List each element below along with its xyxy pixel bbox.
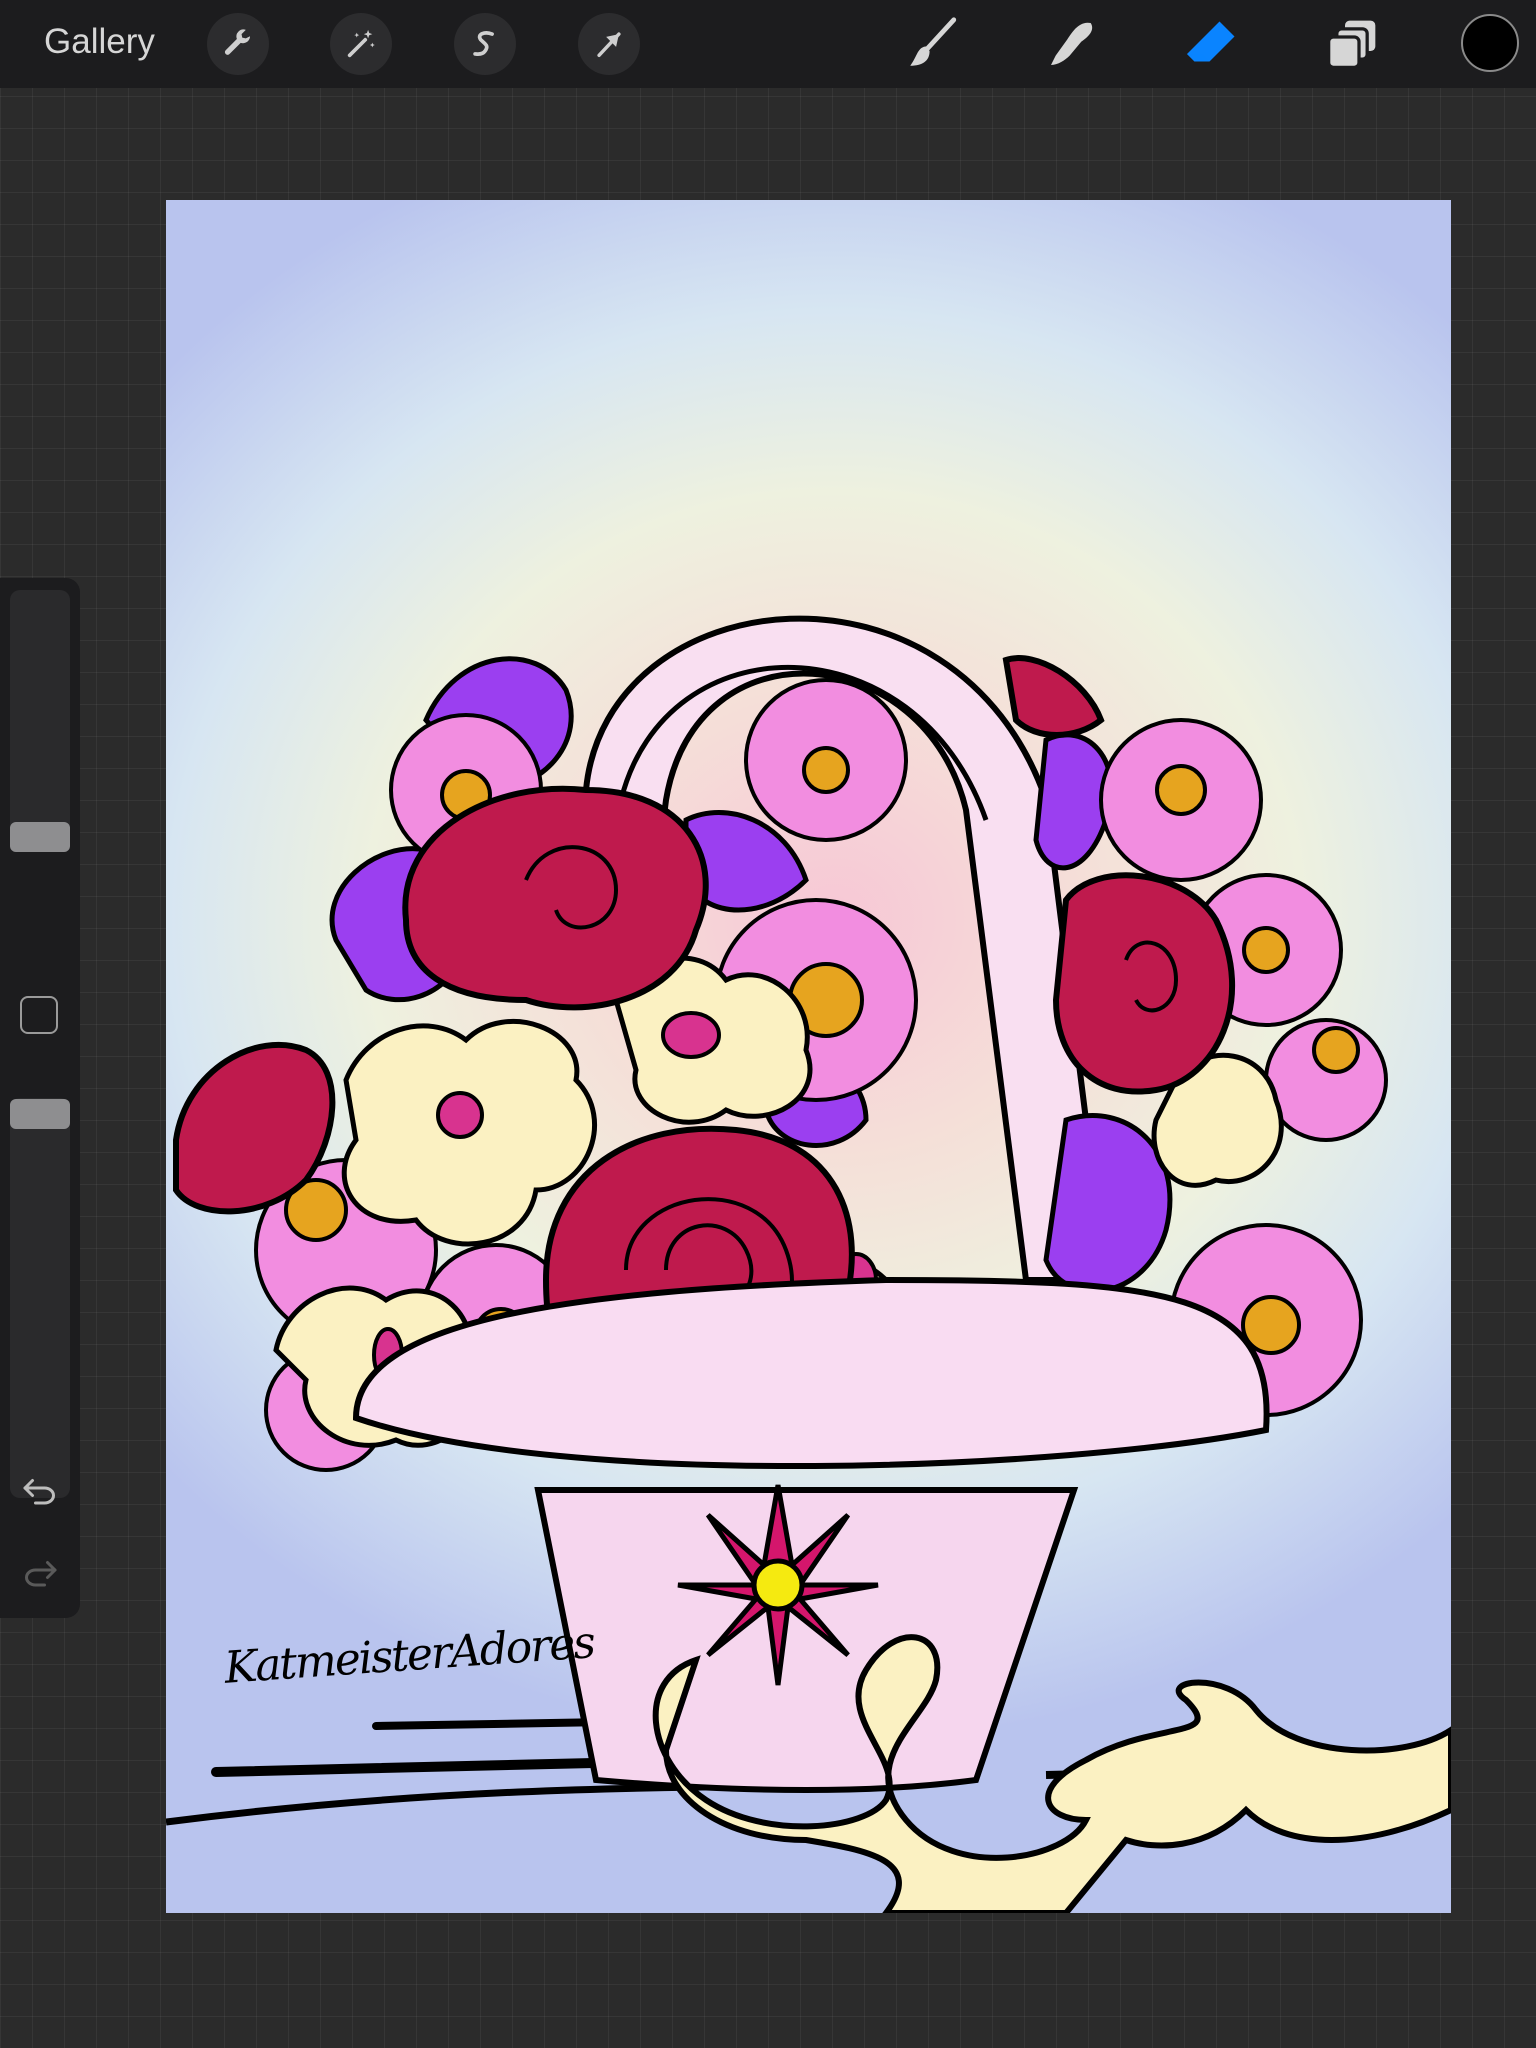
selection-button[interactable] [454,13,516,75]
gallery-button[interactable]: Gallery [44,22,155,62]
brush-tool[interactable] [900,12,964,76]
smudge-finger-icon [1051,22,1093,65]
top-toolbar: Gallery [0,0,1536,88]
eraser-tool[interactable] [1180,12,1244,76]
redo-arrow-icon[interactable] [22,1558,58,1588]
transform-button[interactable] [578,13,640,75]
brush-size-slider[interactable] [10,590,70,838]
brush-size-thumb[interactable] [10,822,70,852]
eraser-icon [1187,21,1235,62]
brush-icon [910,17,957,66]
layers-tool[interactable] [1320,12,1384,76]
drawing-canvas[interactable]: KatmeisterAdores [166,200,1451,1913]
undo-arrow-icon[interactable] [22,1476,58,1506]
selection-s-icon [473,31,494,56]
color-picker-button[interactable] [1461,14,1519,72]
brush-opacity-slider[interactable] [10,1098,70,1498]
magic-wand-icon [347,29,375,58]
layers-icon [1327,20,1376,69]
adjustments-button[interactable] [330,13,392,75]
arrow-cursor-icon [597,32,621,58]
smudge-tool[interactable] [1040,12,1104,76]
wrench-icon [224,29,251,55]
brush-opacity-thumb[interactable] [10,1099,70,1129]
modify-button[interactable] [20,996,58,1034]
actions-button[interactable] [207,13,269,75]
sidebar [0,578,80,1618]
